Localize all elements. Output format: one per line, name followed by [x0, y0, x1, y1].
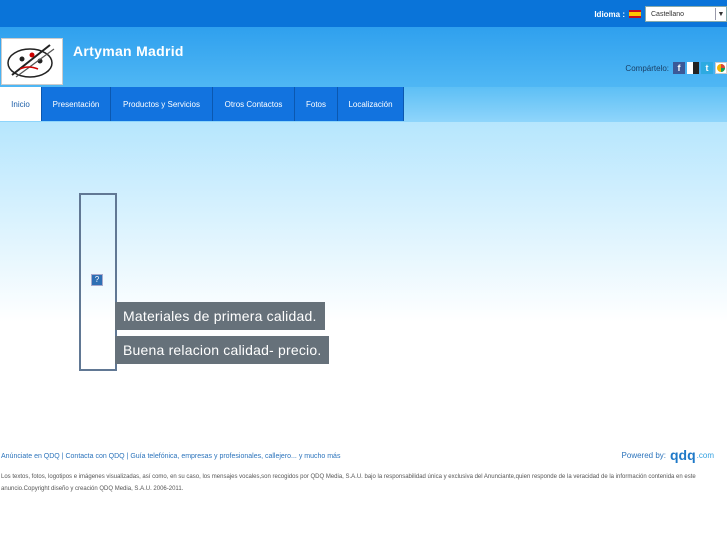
slide-caption: Buena relacion calidad- precio.: [115, 336, 330, 364]
footer-links: Anúnciate en QDQ | Contacta con QDQ | Gu…: [1, 453, 340, 460]
language-label: Idioma :: [594, 9, 625, 19]
footer-link-anunciate[interactable]: Anúnciate en QDQ: [1, 453, 60, 460]
google-buzz-icon[interactable]: [715, 62, 727, 74]
site-logo[interactable]: [1, 38, 63, 85]
spain-flag-icon: [629, 10, 641, 18]
top-bar: Idioma : Castellano ▼: [0, 0, 727, 27]
footer-link-guia[interactable]: Guía telefónica, empresas y profesionale…: [130, 453, 340, 460]
powered-by-label: Powered by:: [621, 450, 666, 460]
language-select-value: Castellano: [651, 10, 685, 18]
tab-localizacion[interactable]: Localización: [338, 87, 404, 121]
share-bar: Compártelo: f t: [625, 62, 727, 74]
language-selector-group: Idioma : Castellano ▼: [594, 6, 727, 22]
tab-inicio[interactable]: Inicio: [0, 87, 42, 121]
tab-otros-contactos[interactable]: Otros Contactos: [213, 87, 295, 121]
facebook-icon[interactable]: f: [673, 62, 685, 74]
slide-caption: Materiales de primera calidad.: [115, 302, 325, 330]
tab-presentacion[interactable]: Presentación: [42, 87, 111, 121]
tab-productos-servicios[interactable]: Productos y Servicios: [111, 87, 213, 121]
twitter-icon[interactable]: t: [701, 62, 713, 74]
site-title: Artyman Madrid: [73, 43, 184, 59]
powered-by: Powered by: qdq .com: [622, 447, 714, 463]
footer-link-contacta[interactable]: Contacta con QDQ: [65, 453, 124, 460]
palette-logo-icon: [7, 44, 55, 78]
qdq-brand-suffix: .com: [696, 450, 714, 460]
share-label: Compártelo:: [625, 63, 669, 73]
delicious-icon[interactable]: [687, 62, 699, 74]
legal-notice: Los textos, fotos, logotipos e imágenes …: [1, 474, 696, 492]
missing-image-icon: ?: [91, 274, 103, 286]
chevron-down-icon[interactable]: ▼: [715, 8, 726, 20]
qdq-logo[interactable]: qdq .com: [670, 447, 714, 463]
language-select[interactable]: Castellano ▼: [645, 6, 727, 22]
tab-fotos[interactable]: Fotos: [295, 87, 338, 121]
qdq-brand-text: qdq: [670, 447, 696, 463]
